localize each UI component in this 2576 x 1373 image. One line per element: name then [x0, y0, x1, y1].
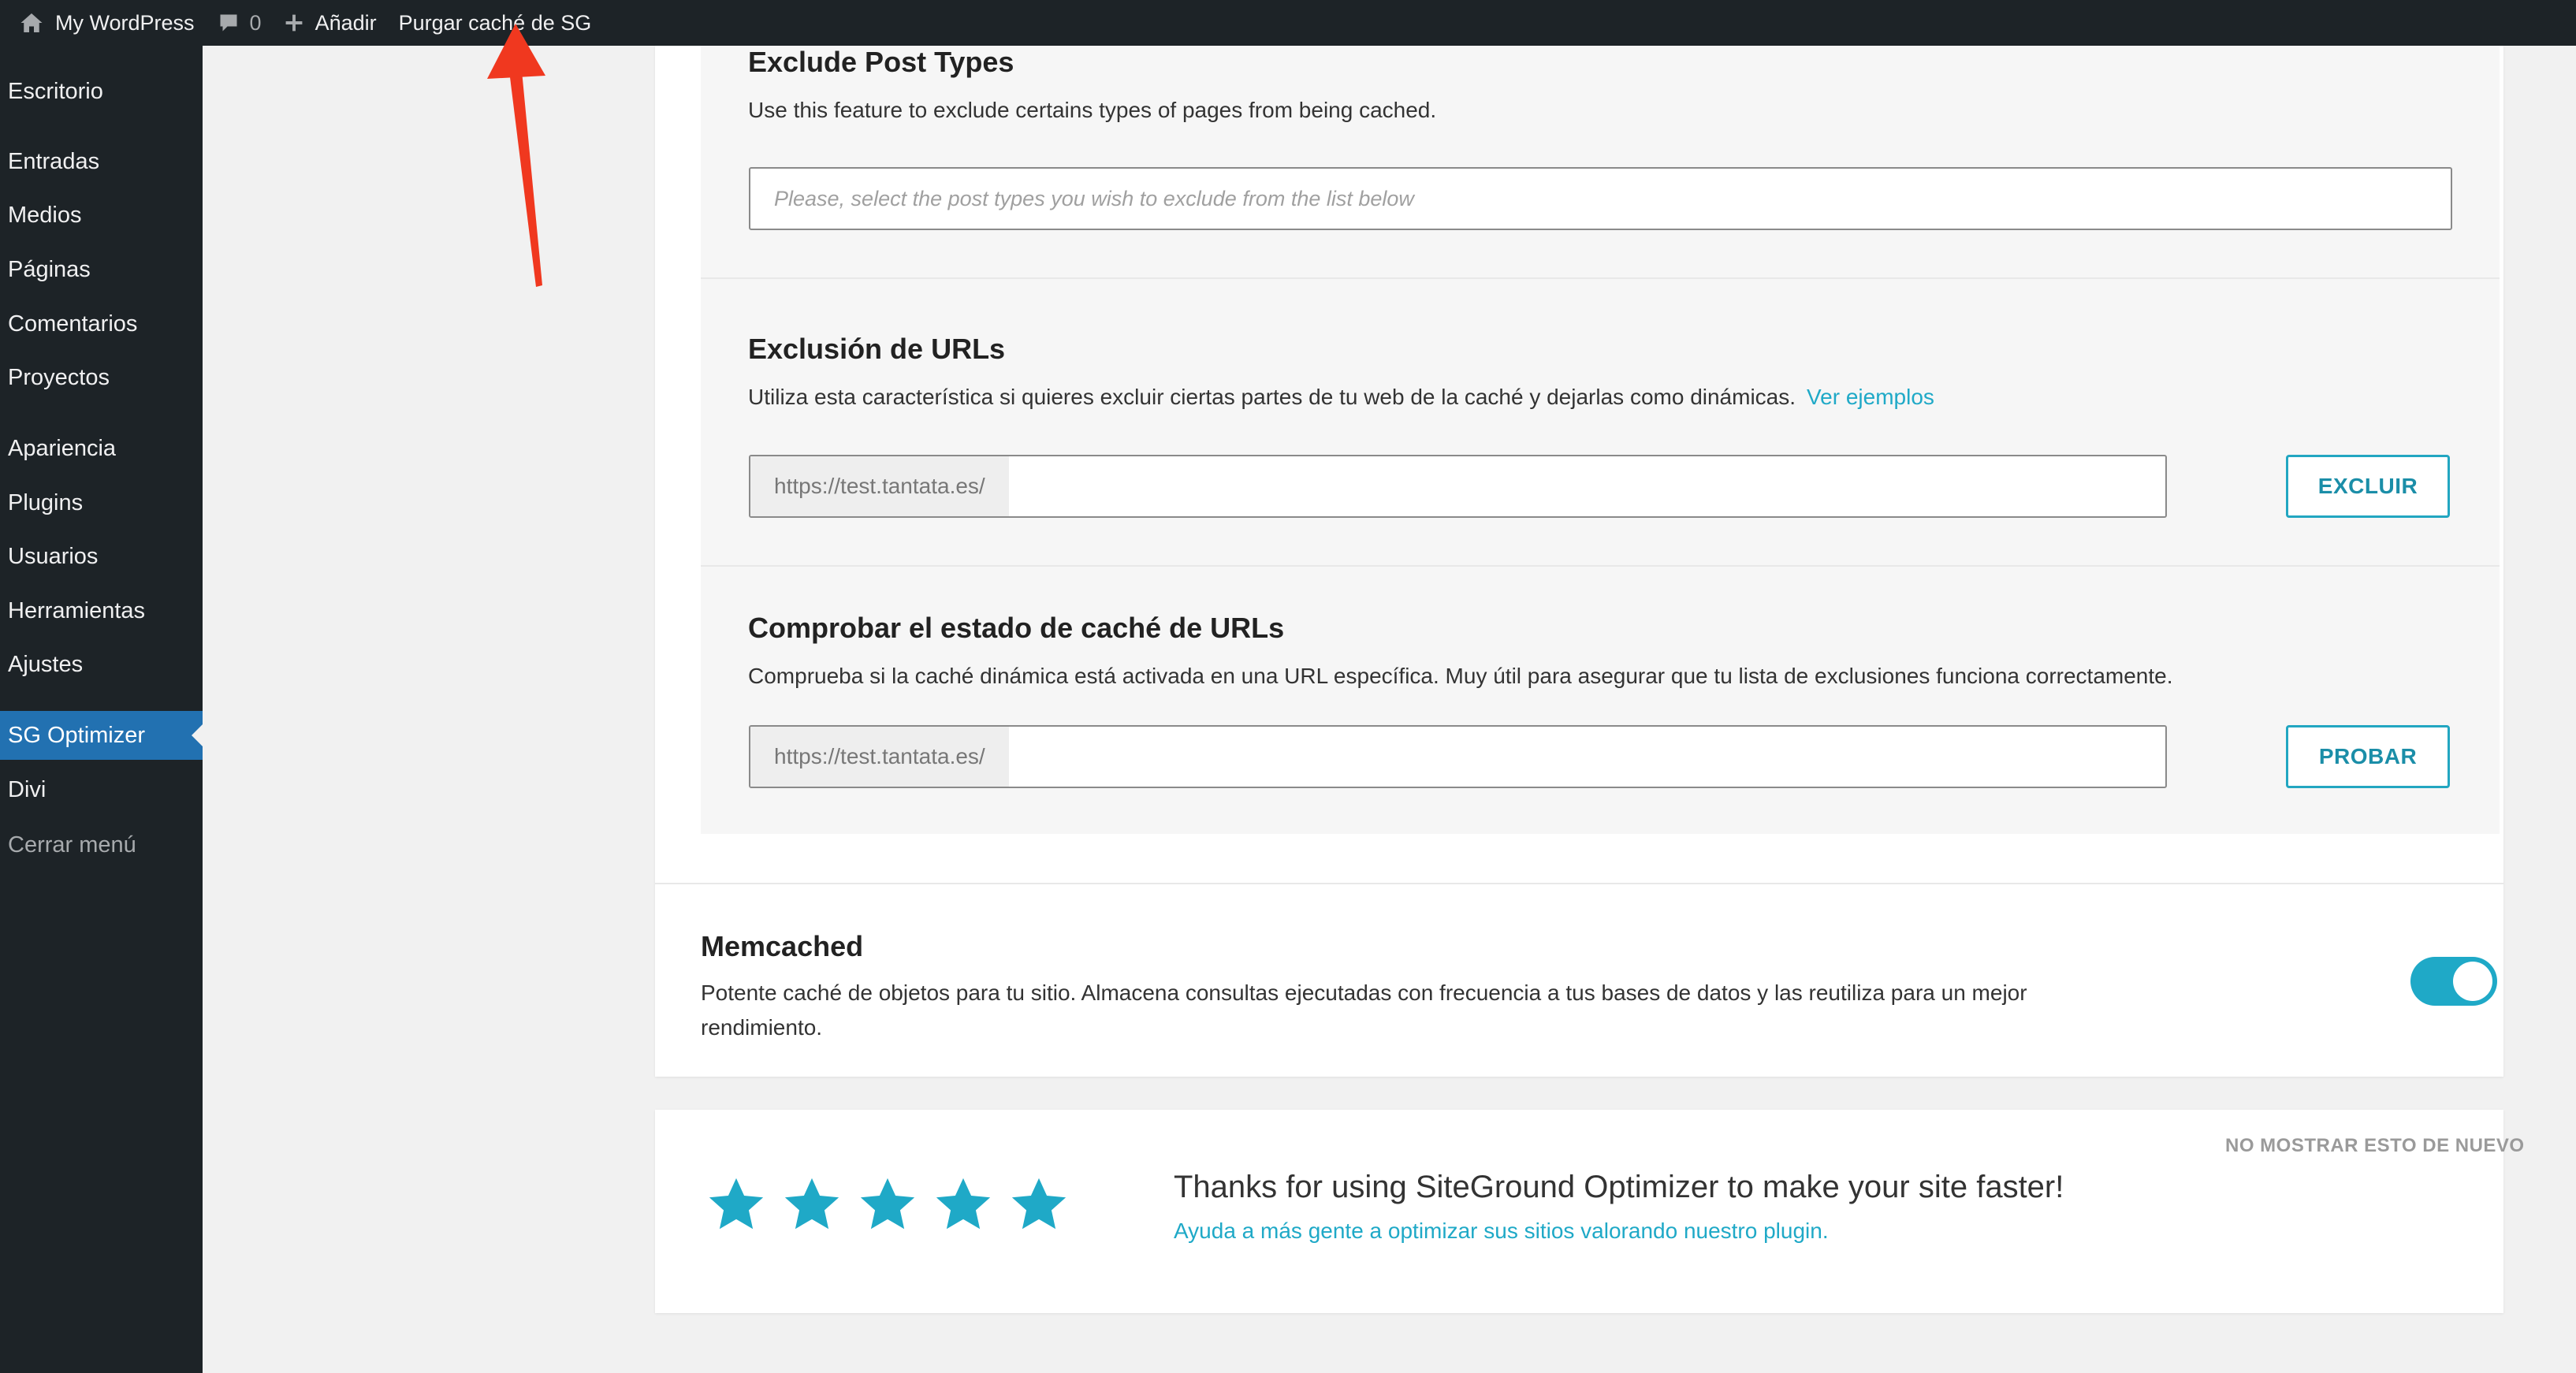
post-types-placeholder: Please, select the post types you wish t…	[774, 186, 1414, 210]
rating-stars[interactable]	[705, 1174, 1070, 1236]
rate-plugin-link[interactable]: Ayuda a más gente a optimizar sus sitios…	[1174, 1219, 1829, 1244]
exclude-post-types-description: Use this feature to exclude certains typ…	[748, 98, 1437, 122]
toggle-knob	[2453, 962, 2492, 1001]
sidebar-item-label: Escritorio	[8, 78, 103, 104]
sidebar-item-label: Ajustes	[8, 651, 84, 677]
exclusions-subpanel	[701, 46, 2500, 834]
sidebar-item-label: Divi	[8, 776, 47, 802]
collapse-menu-button[interactable]: Cerrar menú	[0, 820, 203, 869]
sidebar-item-proyectos[interactable]: Proyectos	[0, 353, 203, 402]
star-icon[interactable]	[857, 1174, 918, 1236]
sidebar-item-herramientas[interactable]: Herramientas	[0, 586, 203, 635]
add-new-link[interactable]: Añadir	[273, 0, 388, 46]
sidebar-item-usuarios[interactable]: Usuarios	[0, 532, 203, 581]
sidebar-item-medios[interactable]: Medios	[0, 191, 203, 240]
url-prefix: https://test.tantata.es/	[750, 727, 1009, 787]
plus-icon	[285, 14, 302, 32]
sidebar-item-escritorio[interactable]: Escritorio	[0, 67, 203, 116]
home-icon	[20, 13, 43, 32]
url-prefix: https://test.tantata.es/	[750, 456, 1009, 516]
section-divider	[701, 565, 2500, 567]
test-button[interactable]: PROBAR	[2286, 725, 2450, 788]
sidebar-item-label: Medios	[8, 202, 82, 228]
sidebar-item-label: Comentarios	[8, 311, 138, 337]
memcached-toggle[interactable]	[2410, 957, 2497, 1006]
sidebar-item-ajustes[interactable]: Ajustes	[0, 640, 203, 689]
star-icon[interactable]	[932, 1174, 994, 1236]
section-divider	[701, 277, 2500, 279]
admin-bar: My WordPress 0 Añadir Purgar caché de SG	[0, 0, 2576, 46]
sidebar-item-apariencia[interactable]: Apariencia	[0, 424, 203, 473]
section-divider	[655, 883, 2503, 884]
site-name-link[interactable]: My WordPress	[0, 0, 206, 46]
post-types-select[interactable]: Please, select the post types you wish t…	[749, 167, 2452, 230]
sidebar-item-label: SG Optimizer	[8, 722, 146, 748]
admin-sidebar: Escritorio Entradas Medios Páginas Comen…	[0, 46, 203, 1373]
url-exclusion-title: Exclusión de URLs	[748, 333, 1006, 365]
comments-link[interactable]: 0	[206, 0, 273, 46]
memcached-description-line: rendimiento.	[701, 1015, 823, 1040]
sidebar-item-label: Cerrar menú	[8, 832, 136, 858]
url-check-description: Comprueba si la caché dinámica está acti…	[748, 664, 2173, 688]
sidebar-item-label: Plugins	[8, 489, 84, 515]
dismiss-link[interactable]: NO MOSTRAR ESTO DE NUEVO	[2225, 1135, 2525, 1157]
star-icon[interactable]	[781, 1174, 843, 1236]
exclude-button[interactable]: EXCLUIR	[2286, 455, 2450, 518]
sidebar-item-label: Proyectos	[8, 364, 110, 390]
sidebar-item-label: Usuarios	[8, 543, 99, 569]
url-exclusion-input[interactable]: https://test.tantata.es/	[749, 455, 2167, 518]
see-examples-link[interactable]: Ver ejemplos	[1807, 385, 1934, 409]
star-icon[interactable]	[1008, 1174, 1070, 1236]
url-check-title: Comprobar el estado de caché de URLs	[748, 612, 1285, 644]
url-exclusion-description: Utiliza esta característica si quieres e…	[748, 380, 1934, 415]
sidebar-item-entradas[interactable]: Entradas	[0, 137, 203, 186]
annotation-arrow-icon	[487, 24, 545, 287]
sidebar-item-label: Páginas	[8, 256, 91, 282]
comment-bubble-icon	[220, 14, 237, 32]
sidebar-item-label: Apariencia	[8, 435, 117, 461]
url-exclusion-description-text: Utiliza esta característica si quieres e…	[748, 385, 1796, 409]
thanks-message: Thanks for using SiteGround Optimizer to…	[1174, 1170, 2064, 1204]
url-check-input[interactable]: https://test.tantata.es/	[749, 725, 2167, 788]
sidebar-item-paginas[interactable]: Páginas	[0, 245, 203, 294]
exclude-post-types-title: Exclude Post Types	[748, 46, 1014, 78]
add-new-label: Añadir	[315, 10, 377, 35]
star-icon[interactable]	[705, 1174, 767, 1236]
sidebar-item-plugins[interactable]: Plugins	[0, 478, 203, 527]
sidebar-item-comentarios[interactable]: Comentarios	[0, 300, 203, 348]
site-name-label: My WordPress	[55, 10, 195, 35]
comments-count: 0	[249, 10, 262, 35]
memcached-description-line: Potente caché de objetos para tu sitio. …	[701, 980, 2027, 1005]
sidebar-item-label: Entradas	[8, 148, 100, 174]
memcached-title: Memcached	[701, 930, 864, 962]
sidebar-item-sg-optimizer[interactable]: SG Optimizer	[0, 711, 203, 760]
sidebar-item-divi[interactable]: Divi	[0, 765, 203, 814]
sidebar-item-label: Herramientas	[8, 597, 146, 623]
memcached-description: Potente caché de objetos para tu sitio. …	[701, 976, 2027, 1045]
